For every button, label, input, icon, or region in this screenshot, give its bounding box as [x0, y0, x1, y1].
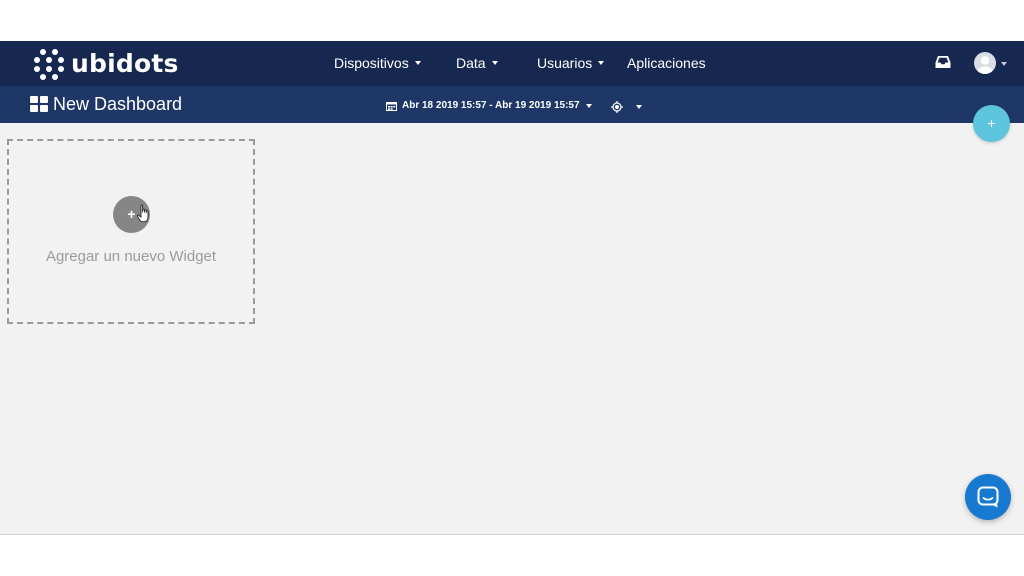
date-range-text: Abr 18 2019 15:57 - Abr 19 2019 15:57 — [402, 100, 580, 111]
ubidots-app: ubidots Dispositivos Data Usuarios Aplic… — [0, 41, 1024, 535]
add-widget-label: Agregar un nuevo Widget — [45, 248, 217, 265]
dashboard-grid-icon — [30, 96, 48, 112]
caret-down-icon — [414, 61, 421, 65]
dashboard-title[interactable]: New Dashboard — [30, 94, 182, 114]
nav-aplicaciones-label: Aplicaciones — [627, 55, 706, 71]
nav-aplicaciones[interactable]: Aplicaciones — [627, 55, 706, 71]
date-range-picker[interactable]: Abr 18 2019 15:57 - Abr 19 2019 15:57 — [386, 100, 592, 112]
realtime-caret-down-icon[interactable] — [636, 105, 642, 109]
top-navbar: ubidots Dispositivos Data Usuarios Aplic… — [0, 41, 1024, 86]
plus-icon: + — [987, 115, 996, 131]
brand-name: ubidots — [71, 49, 179, 78]
add-widget-fab-button[interactable]: + — [973, 105, 1010, 142]
target-icon[interactable] — [611, 101, 623, 113]
avatar-caret-down-icon[interactable] — [1001, 62, 1007, 66]
nav-usuarios[interactable]: Usuarios — [537, 55, 605, 71]
user-avatar[interactable] — [974, 52, 996, 74]
dashboard-title-text: New Dashboard — [53, 94, 183, 114]
brand-logo[interactable]: ubidots — [33, 47, 179, 80]
calendar-icon — [386, 102, 397, 111]
caret-down-icon — [585, 104, 592, 108]
caret-down-icon — [491, 61, 498, 65]
chat-launcher-button[interactable] — [965, 474, 1011, 520]
nav-data-label: Data — [456, 55, 486, 71]
caret-down-icon — [598, 61, 605, 65]
hand-pointer-cursor-icon — [137, 204, 149, 223]
nav-usuarios-label: Usuarios — [537, 55, 593, 71]
add-widget-placeholder[interactable]: + Agregar un nuevo Widget — [7, 139, 255, 324]
inbox-icon[interactable] — [935, 55, 951, 69]
nav-dispositivos-label: Dispositivos — [334, 55, 409, 71]
plus-icon: + — [127, 206, 136, 222]
dashboard-header: New Dashboard Abr 18 2019 15:57 - Abr 19… — [0, 86, 1024, 123]
user-icon — [977, 56, 993, 74]
nav-data[interactable]: Data — [456, 55, 498, 71]
chat-bubble-icon — [977, 486, 999, 508]
nav-dispositivos[interactable]: Dispositivos — [334, 55, 421, 71]
ubidots-logo-icon — [34, 48, 64, 80]
